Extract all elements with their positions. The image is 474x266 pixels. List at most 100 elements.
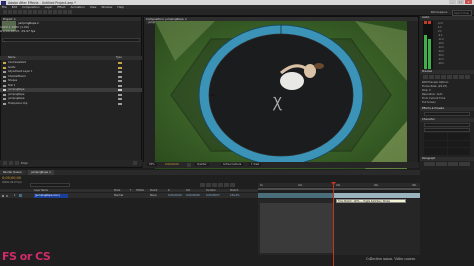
label-color-swatch[interactable] <box>118 89 122 91</box>
viewer-current-time[interactable]: 0;00;00;00 <box>165 163 179 166</box>
eraser-tool-icon[interactable] <box>58 10 62 14</box>
current-time-indicator[interactable] <box>333 183 334 266</box>
composition-frame[interactable]: Ꭓ <box>155 21 407 169</box>
motion-blur-icon[interactable] <box>224 183 229 187</box>
layer-column-header[interactable]: Parent <box>150 189 157 192</box>
bit-depth-label[interactable]: 8 bpc <box>21 162 28 165</box>
project-list-item[interactable]: jumpingRope <box>0 97 142 101</box>
project-list-item[interactable]: ClockwiseShot <box>0 61 142 65</box>
loop-icon[interactable] <box>459 75 464 79</box>
stroke-width-field[interactable] <box>424 148 447 155</box>
project-list-item[interactable]: Null 1 <box>0 84 142 88</box>
clone-tool-icon[interactable] <box>53 10 57 14</box>
minimize-button[interactable]: _ <box>449 0 456 4</box>
align-right-icon[interactable] <box>447 162 459 166</box>
project-list-item[interactable]: Adjustment Layer 1 <box>0 70 142 74</box>
project-list-item[interactable]: CheckerBoard <box>0 75 142 79</box>
hand-tool-icon[interactable] <box>8 10 12 14</box>
timeline-current-time[interactable]: 0;00;00;00 <box>2 176 21 180</box>
label-color-swatch[interactable] <box>118 93 122 96</box>
trash-icon[interactable] <box>133 161 137 165</box>
next-frame-icon[interactable] <box>441 75 446 79</box>
eye-visibility-icon[interactable] <box>2 194 4 197</box>
play-icon[interactable] <box>435 75 440 79</box>
work-area-bar[interactable] <box>258 188 420 190</box>
layer-column-header[interactable]: T <box>130 189 131 192</box>
project-list-item[interactable]: jumpingRope <box>0 93 142 97</box>
roto-brush-tool-icon[interactable] <box>63 10 67 14</box>
project-list-item[interactable]: Shapes <box>0 79 142 83</box>
layer-parent[interactable]: None <box>150 193 157 198</box>
project-list-item[interactable]: Trampoline Clip <box>0 102 142 106</box>
audio-toggle-icon[interactable] <box>453 75 458 79</box>
close-button[interactable]: × <box>465 0 472 4</box>
previous-frame-icon[interactable] <box>429 75 434 79</box>
font-style-dropdown[interactable] <box>424 128 470 132</box>
font-size-field[interactable] <box>424 133 447 140</box>
resolution-dropdown[interactable]: Quarter <box>195 163 209 166</box>
stroke-type-field[interactable] <box>447 148 470 155</box>
zoom-tool-icon[interactable] <box>13 10 17 14</box>
tab-render-queue[interactable]: Render Queue <box>0 170 25 175</box>
tracking-field[interactable] <box>447 140 470 148</box>
label-color-swatch[interactable] <box>118 80 122 82</box>
graph-editor-icon[interactable] <box>230 183 235 187</box>
layer-column-header[interactable]: TrkMat <box>136 189 144 192</box>
layer-column-header[interactable]: Mode <box>114 189 120 192</box>
project-list-item[interactable]: jumpingRope <box>0 88 142 92</box>
layer-duration[interactable]: 0;00;08;07 <box>206 193 220 198</box>
pan-behind-tool-icon[interactable] <box>28 10 32 14</box>
frame-blending-icon[interactable] <box>218 183 223 187</box>
layer-column-header[interactable]: Stretch <box>230 189 238 192</box>
rotate-tool-icon[interactable] <box>18 10 22 14</box>
snapshot-icon[interactable] <box>187 163 191 167</box>
layer-mode[interactable]: Normal <box>114 193 123 198</box>
preview-tab[interactable]: Preview <box>420 70 474 74</box>
character-tab[interactable]: Character <box>420 118 474 122</box>
label-color-swatch[interactable] <box>118 75 122 78</box>
effects-presets-tab[interactable]: Effects & Presets <box>420 107 474 111</box>
interpret-footage-icon[interactable] <box>3 161 7 165</box>
last-frame-icon[interactable] <box>447 75 452 79</box>
layer-column-header[interactable]: Layer Name <box>34 189 48 192</box>
timeline-search-input[interactable] <box>30 183 70 187</box>
layer-column-header[interactable]: Duration <box>206 189 216 192</box>
label-color-swatch[interactable] <box>118 98 122 100</box>
camera-view-dropdown[interactable]: Active Camera <box>221 163 244 166</box>
font-family-dropdown[interactable] <box>424 123 470 127</box>
effects-search-input[interactable] <box>424 112 470 116</box>
new-composition-icon[interactable] <box>15 161 19 165</box>
first-frame-icon[interactable] <box>423 75 428 79</box>
project-list-item[interactable]: Solids <box>0 66 142 70</box>
justify-icon[interactable] <box>459 162 470 166</box>
label-color-swatch[interactable] <box>118 71 122 73</box>
layer-in-point[interactable]: 0;00;00;00 <box>168 193 182 198</box>
align-center-icon[interactable] <box>435 162 447 166</box>
selection-tool-icon[interactable] <box>3 10 7 14</box>
camera-tool-icon[interactable] <box>23 10 27 14</box>
ram-preview-icon[interactable] <box>465 75 470 79</box>
label-color-swatch[interactable] <box>118 66 122 69</box>
type-tool-icon[interactable] <box>43 10 47 14</box>
layer-column-header[interactable]: Out <box>186 189 190 192</box>
column-type[interactable]: Type <box>116 56 122 60</box>
layer-row[interactable]: 1 [jumpingRope.mov] Normal None 0;00;00;… <box>0 193 258 198</box>
brush-tool-icon[interactable] <box>48 10 52 14</box>
views-layout-dropdown[interactable]: 1 View <box>249 163 262 166</box>
pen-tool-icon[interactable] <box>38 10 42 14</box>
audio-visibility-icon[interactable] <box>6 194 8 197</box>
new-folder-icon[interactable] <box>9 161 13 165</box>
project-search-input[interactable]: ⌕ <box>2 38 140 43</box>
column-name[interactable]: Name <box>8 56 15 60</box>
tab-jumping-rope[interactable]: jumpingRope × <box>28 170 55 175</box>
mask-tool-icon[interactable] <box>33 10 37 14</box>
maximize-button[interactable]: □ <box>457 0 464 4</box>
label-color-swatch[interactable] <box>118 102 122 105</box>
audio-tab[interactable]: Audio <box>420 16 474 20</box>
layer-column-header[interactable]: In <box>168 189 170 192</box>
puppet-tool-icon[interactable] <box>68 10 72 14</box>
shy-layers-icon[interactable] <box>212 183 217 187</box>
preview-option-row[interactable]: Full Screen <box>422 101 472 105</box>
align-left-icon[interactable] <box>424 162 435 166</box>
leading-field[interactable] <box>447 133 470 140</box>
